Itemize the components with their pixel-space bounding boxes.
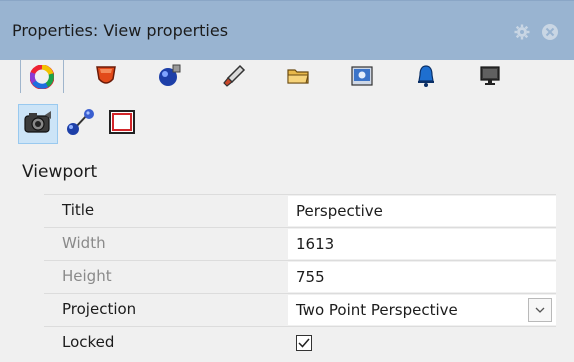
property-row-height: Height 755 — [44, 260, 556, 293]
camera-button[interactable] — [18, 104, 58, 144]
viewport-frame-button[interactable] — [102, 104, 142, 144]
tab-render[interactable] — [148, 60, 192, 92]
close-icon[interactable] — [541, 23, 559, 41]
locked-cell — [288, 328, 556, 358]
section-title: Viewport — [22, 162, 98, 182]
tab-display[interactable] — [468, 60, 512, 92]
locked-checkbox[interactable] — [296, 335, 312, 351]
brush-icon — [222, 64, 246, 88]
property-row-width: Width 1613 — [44, 227, 556, 260]
tab-environment[interactable] — [340, 60, 384, 92]
height-label: Height — [62, 267, 112, 285]
property-row-title: Title Perspective — [44, 194, 556, 227]
gear-icon[interactable] — [513, 23, 531, 41]
tab-files[interactable] — [276, 60, 320, 92]
viewport-frame-icon — [108, 109, 136, 139]
width-label: Width — [62, 234, 106, 252]
tab-strip — [6, 58, 566, 93]
property-row-projection: Projection Two Point Perspective — [44, 293, 556, 326]
tab-decals[interactable] — [212, 60, 256, 92]
height-field[interactable]: 755 — [288, 262, 556, 292]
tab-notifications[interactable] — [404, 60, 448, 92]
locked-label: Locked — [62, 333, 115, 351]
projection-value: Two Point Perspective — [296, 301, 458, 319]
color-wheel-icon — [30, 64, 54, 89]
width-field[interactable]: 1613 — [288, 229, 556, 259]
title-field[interactable]: Perspective — [288, 196, 556, 226]
chevron-down-icon[interactable] — [528, 298, 552, 322]
window-title: Properties: View properties — [12, 21, 229, 40]
title-label: Title — [62, 201, 95, 219]
tab-object-properties[interactable] — [20, 59, 64, 93]
title-bar[interactable]: Properties: View properties — [0, 0, 574, 60]
camera-icon — [23, 109, 53, 139]
render-sphere-icon — [157, 63, 183, 89]
notification-bell-icon — [415, 64, 437, 88]
folder-icon — [286, 65, 310, 87]
material-icon — [93, 64, 119, 88]
tab-material[interactable] — [84, 60, 128, 92]
property-grid: Title Perspective Width 1613 Height 755 … — [44, 194, 556, 359]
properties-panel: Properties: View properties Viewport Tit… — [0, 0, 574, 362]
display-icon — [478, 64, 502, 88]
checkmark-icon — [298, 328, 310, 358]
image-icon — [350, 65, 374, 87]
projection-label: Projection — [62, 300, 137, 318]
property-row-locked: Locked — [44, 326, 556, 359]
named-views-icon — [64, 107, 96, 141]
projection-dropdown[interactable]: Two Point Perspective — [288, 295, 556, 325]
named-views-button[interactable] — [60, 104, 100, 144]
